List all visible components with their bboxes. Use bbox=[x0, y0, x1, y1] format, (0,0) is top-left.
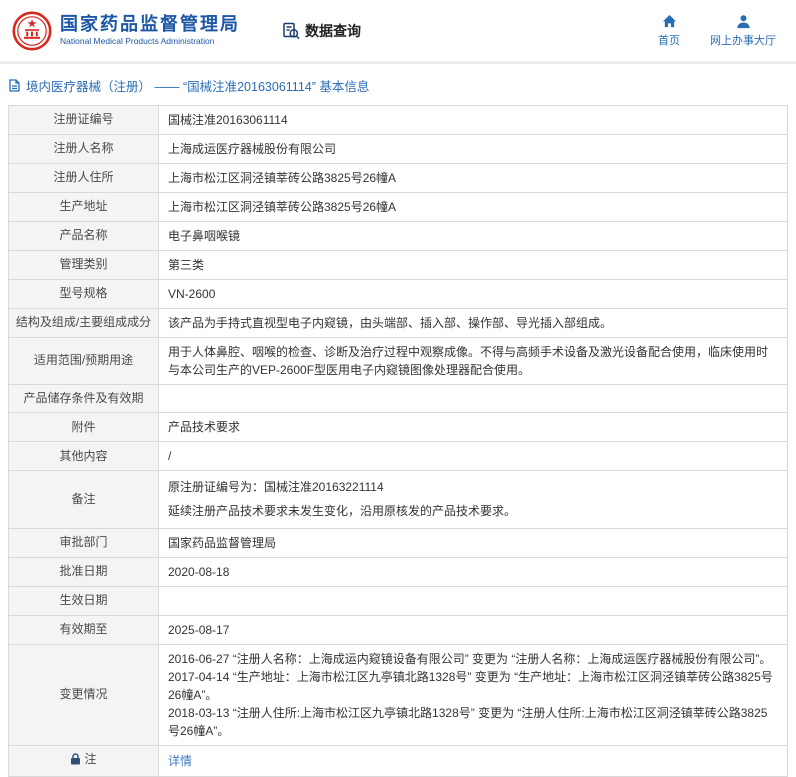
user-icon bbox=[736, 14, 751, 29]
field-value-intended-use: 用于人体鼻腔、咽喉的检查、诊断及治疗过程中观察成像。不得与高频手术设备及激光设备… bbox=[159, 338, 788, 385]
header: 国家药品监督管理局 National Medical Products Admi… bbox=[0, 0, 796, 64]
field-value-effective-date bbox=[159, 587, 788, 615]
table-row: 有效期至 2025-08-17 bbox=[9, 615, 788, 644]
field-label-change-history: 变更情况 bbox=[9, 644, 159, 745]
details-link[interactable]: 详情 bbox=[168, 754, 192, 768]
field-value-change-history: 2016-06-27 “注册人名称：上海成运内窥镜设备有限公司” 变更为 “注册… bbox=[159, 644, 788, 745]
nav-online-hall-label: 网上办事大厅 bbox=[710, 32, 776, 48]
field-label-storage-conditions: 产品储存条件及有效期 bbox=[9, 385, 159, 413]
table-row: 管理类别 第三类 bbox=[9, 251, 788, 280]
nav-online-hall[interactable]: 网上办事大厅 bbox=[710, 14, 776, 48]
table-row: 注册证编号 国械注准20163061114 bbox=[9, 106, 788, 135]
nav-home-label: 首页 bbox=[658, 32, 680, 48]
field-value-reg-cert-no: 国械注准20163061114 bbox=[159, 106, 788, 135]
brand-link[interactable]: 国家药品监督管理局 National Medical Products Admi… bbox=[12, 11, 240, 51]
field-label-registrant-name: 注册人名称 bbox=[9, 135, 159, 164]
field-label-reg-cert-no: 注册证编号 bbox=[9, 106, 159, 135]
field-label-composition: 结构及组成/主要组成成分 bbox=[9, 309, 159, 338]
field-label-remarks: 备注 bbox=[9, 471, 159, 529]
note-icon bbox=[70, 753, 81, 765]
field-value-management-class: 第三类 bbox=[159, 251, 788, 280]
table-row: 注 详情 bbox=[9, 745, 788, 776]
site-subtitle: National Medical Products Administration bbox=[60, 36, 240, 47]
field-value-storage-conditions bbox=[159, 385, 788, 413]
field-label-approval-dept: 审批部门 bbox=[9, 529, 159, 558]
table-row: 适用范围/预期用途 用于人体鼻腔、咽喉的检查、诊断及治疗过程中观察成像。不得与高… bbox=[9, 338, 788, 385]
document-icon bbox=[8, 79, 21, 92]
field-label-management-class: 管理类别 bbox=[9, 251, 159, 280]
field-label-attachment: 附件 bbox=[9, 413, 159, 442]
table-row: 结构及组成/主要组成成分 该产品为手持式直视型电子内窥镜，由头端部、插入部、操作… bbox=[9, 309, 788, 338]
field-label-intended-use: 适用范围/预期用途 bbox=[9, 338, 159, 385]
table-row: 变更情况 2016-06-27 “注册人名称：上海成运内窥镜设备有限公司” 变更… bbox=[9, 644, 788, 745]
page-title: 境内医疗器械（注册） —— “国械注准20163061114” 基本信息 bbox=[26, 76, 369, 95]
table-row: 批准日期 2020-08-18 bbox=[9, 558, 788, 587]
home-icon bbox=[662, 14, 677, 29]
field-label-production-address: 生产地址 bbox=[9, 193, 159, 222]
table-row: 附件 产品技术要求 bbox=[9, 413, 788, 442]
nav-home[interactable]: 首页 bbox=[658, 14, 680, 48]
table-row: 生产地址 上海市松江区洞泾镇莘砖公路3825号26幢A bbox=[9, 193, 788, 222]
field-label-note: 注 bbox=[9, 745, 159, 776]
table-row: 产品储存条件及有效期 bbox=[9, 385, 788, 413]
field-value-approval-date: 2020-08-18 bbox=[159, 558, 788, 587]
field-value-production-address: 上海市松江区洞泾镇莘砖公路3825号26幢A bbox=[159, 193, 788, 222]
field-value-registrant-address: 上海市松江区洞泾镇莘砖公路3825号26幢A bbox=[159, 164, 788, 193]
field-value-product-name: 电子鼻咽喉镜 bbox=[159, 222, 788, 251]
national-emblem-icon bbox=[12, 11, 52, 51]
table-row: 型号规格 VN-2600 bbox=[9, 280, 788, 309]
table-row: 生效日期 bbox=[9, 587, 788, 615]
table-row: 审批部门 国家药品监督管理局 bbox=[9, 529, 788, 558]
field-label-model-spec: 型号规格 bbox=[9, 280, 159, 309]
field-label-registrant-address: 注册人住所 bbox=[9, 164, 159, 193]
field-label-other-content: 其他内容 bbox=[9, 442, 159, 471]
field-value-remarks: 原注册证编号为：国械注准20163221114 延续注册产品技术要求未发生变化，… bbox=[159, 471, 788, 529]
field-value-model-spec: VN-2600 bbox=[159, 280, 788, 309]
breadcrumb: 境内医疗器械（注册） —— “国械注准20163061114” 基本信息 bbox=[0, 64, 796, 105]
field-label-product-name: 产品名称 bbox=[9, 222, 159, 251]
note-label: 注 bbox=[84, 751, 96, 768]
field-value-composition: 该产品为手持式直视型电子内窥镜，由头端部、插入部、操作部、导光插入部组成。 bbox=[159, 309, 788, 338]
field-value-other-content: / bbox=[159, 442, 788, 471]
registration-info-table: 注册证编号 国械注准20163061114 注册人名称 上海成运医疗器械股份有限… bbox=[8, 105, 788, 777]
header-nav: 首页 网上办事大厅 bbox=[658, 14, 782, 48]
table-row: 注册人住所 上海市松江区洞泾镇莘砖公路3825号26幢A bbox=[9, 164, 788, 193]
table-row: 产品名称 电子鼻咽喉镜 bbox=[9, 222, 788, 251]
table-row: 注册人名称 上海成运医疗器械股份有限公司 bbox=[9, 135, 788, 164]
field-value-note: 详情 bbox=[159, 745, 788, 776]
data-query-icon bbox=[282, 22, 300, 40]
field-value-attachment: 产品技术要求 bbox=[159, 413, 788, 442]
site-title: 国家药品监督管理局 bbox=[60, 14, 240, 36]
field-value-registrant-name: 上海成运医疗器械股份有限公司 bbox=[159, 135, 788, 164]
field-value-approval-dept: 国家药品监督管理局 bbox=[159, 529, 788, 558]
table-row: 备注 原注册证编号为：国械注准20163221114 延续注册产品技术要求未发生… bbox=[9, 471, 788, 529]
field-label-expiry-date: 有效期至 bbox=[9, 615, 159, 644]
data-query-label: 数据查询 bbox=[305, 21, 361, 41]
field-value-expiry-date: 2025-08-17 bbox=[159, 615, 788, 644]
data-query-tab[interactable]: 数据查询 bbox=[282, 21, 361, 41]
table-row: 其他内容 / bbox=[9, 442, 788, 471]
field-label-approval-date: 批准日期 bbox=[9, 558, 159, 587]
field-label-effective-date: 生效日期 bbox=[9, 587, 159, 615]
